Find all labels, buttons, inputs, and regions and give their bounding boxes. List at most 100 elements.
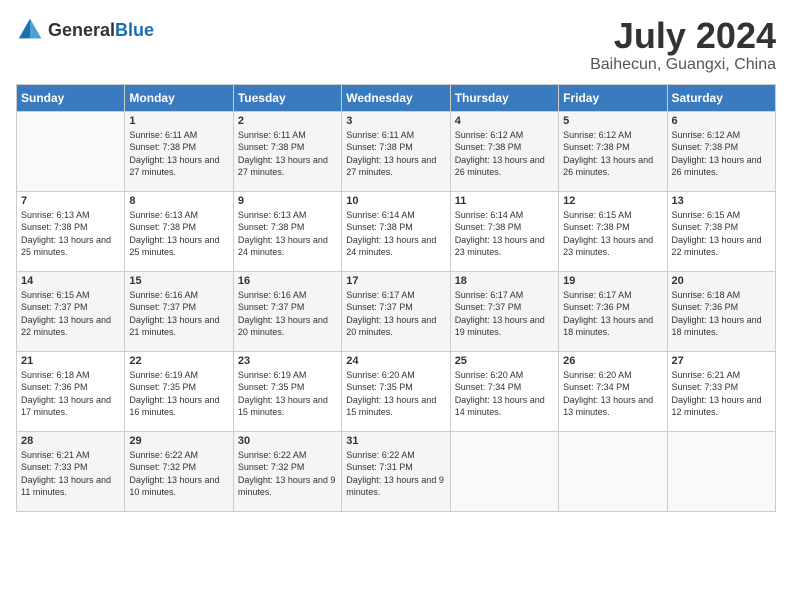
calendar-cell: 11 Sunrise: 6:14 AMSunset: 7:38 PMDayligh… bbox=[450, 191, 558, 271]
calendar-cell: 3 Sunrise: 6:11 AMSunset: 7:38 PMDaylight… bbox=[342, 111, 450, 191]
calendar-week-row: 1 Sunrise: 6:11 AMSunset: 7:38 PMDaylight… bbox=[17, 111, 776, 191]
day-number: 10 bbox=[346, 195, 445, 207]
day-info: Sunrise: 6:14 AMSunset: 7:38 PMDaylight:… bbox=[455, 209, 554, 259]
weekday-header: Sunday bbox=[17, 84, 125, 111]
day-number: 25 bbox=[455, 355, 554, 367]
calendar-cell bbox=[667, 431, 775, 511]
weekday-header: Monday bbox=[125, 84, 233, 111]
day-number: 13 bbox=[672, 195, 771, 207]
calendar-cell bbox=[559, 431, 667, 511]
calendar-week-row: 7 Sunrise: 6:13 AMSunset: 7:38 PMDaylight… bbox=[17, 191, 776, 271]
calendar-cell: 17Sunrise: 6:17 AMSunset: 7:37 PMDayligh… bbox=[342, 271, 450, 351]
day-number: 3 bbox=[346, 115, 445, 127]
day-info: Sunrise: 6:20 AMSunset: 7:35 PMDaylight:… bbox=[346, 369, 445, 419]
day-info: Sunrise: 6:19 AMSunset: 7:35 PMDaylight:… bbox=[238, 369, 337, 419]
day-number: 11 bbox=[455, 195, 554, 207]
day-info: Sunrise: 6:13 AMSunset: 7:38 PMDaylight:… bbox=[21, 209, 120, 259]
calendar-cell: 1Sunrise: 6:11 AMSunset: 7:38 PMDaylight… bbox=[125, 111, 233, 191]
calendar-cell: 14 Sunrise: 6:15 AMSunset: 7:37 PMDayligh… bbox=[17, 271, 125, 351]
day-number: 22 bbox=[129, 355, 228, 367]
location-title: Baihecun, Guangxi, China bbox=[590, 56, 776, 74]
day-number: 23 bbox=[238, 355, 337, 367]
logo-text: GeneralBlue bbox=[48, 20, 154, 41]
month-year-title: July 2024 bbox=[590, 16, 776, 56]
day-number: 19 bbox=[563, 275, 662, 287]
day-number: 6 bbox=[672, 115, 771, 127]
calendar-cell: 20 Sunrise: 6:18 AMSunset: 7:36 PMDayligh… bbox=[667, 271, 775, 351]
calendar-cell: 18 Sunrise: 6:17 AMSunset: 7:37 PMDayligh… bbox=[450, 271, 558, 351]
calendar-cell: 21 Sunrise: 6:18 AMSunset: 7:36 PMDayligh… bbox=[17, 351, 125, 431]
calendar-cell: 30 Sunrise: 6:22 AMSunset: 7:32 PMDayligh… bbox=[233, 431, 341, 511]
day-number: 7 bbox=[21, 195, 120, 207]
calendar-cell: 31 Sunrise: 6:22 AMSunset: 7:31 PMDayligh… bbox=[342, 431, 450, 511]
day-number: 12 bbox=[563, 195, 662, 207]
calendar-cell: 29 Sunrise: 6:22 AMSunset: 7:32 PMDayligh… bbox=[125, 431, 233, 511]
calendar-cell: 23 Sunrise: 6:19 AMSunset: 7:35 PMDayligh… bbox=[233, 351, 341, 431]
day-number: 8 bbox=[129, 195, 228, 207]
day-info: Sunrise: 6:11 AMSunset: 7:38 PMDaylight:… bbox=[238, 129, 337, 179]
calendar-cell: 5 Sunrise: 6:12 AMSunset: 7:38 PMDaylight… bbox=[559, 111, 667, 191]
logo-blue: Blue bbox=[115, 20, 154, 40]
calendar-cell: 9Sunrise: 6:13 AMSunset: 7:38 PMDaylight… bbox=[233, 191, 341, 271]
day-info: Sunrise: 6:18 AMSunset: 7:36 PMDaylight:… bbox=[21, 369, 120, 419]
calendar-cell: 2 Sunrise: 6:11 AMSunset: 7:38 PMDaylight… bbox=[233, 111, 341, 191]
day-info: Sunrise: 6:11 AMSunset: 7:38 PMDaylight:… bbox=[346, 129, 445, 179]
logo: GeneralBlue bbox=[16, 16, 154, 44]
day-number: 5 bbox=[563, 115, 662, 127]
calendar-cell: 25 Sunrise: 6:20 AMSunset: 7:34 PMDayligh… bbox=[450, 351, 558, 431]
day-info: Sunrise: 6:19 AMSunset: 7:35 PMDaylight:… bbox=[129, 369, 228, 419]
day-info: Sunrise: 6:12 AMSunset: 7:38 PMDaylight:… bbox=[563, 129, 662, 179]
day-number: 21 bbox=[21, 355, 120, 367]
calendar-cell: 12 Sunrise: 6:15 AMSunset: 7:38 PMDayligh… bbox=[559, 191, 667, 271]
calendar-cell: 4Sunrise: 6:12 AMSunset: 7:38 PMDaylight… bbox=[450, 111, 558, 191]
calendar-week-row: 21 Sunrise: 6:18 AMSunset: 7:36 PMDayligh… bbox=[17, 351, 776, 431]
day-number: 4 bbox=[455, 115, 554, 127]
day-number: 18 bbox=[455, 275, 554, 287]
calendar-cell: 15 Sunrise: 6:16 AMSunset: 7:37 PMDayligh… bbox=[125, 271, 233, 351]
day-info: Sunrise: 6:18 AMSunset: 7:36 PMDaylight:… bbox=[672, 289, 771, 339]
weekday-header: Thursday bbox=[450, 84, 558, 111]
day-number: 16 bbox=[238, 275, 337, 287]
weekday-header-row: SundayMondayTuesdayWednesdayThursdayFrid… bbox=[17, 84, 776, 111]
calendar-cell: 16 Sunrise: 6:16 AMSunset: 7:37 PMDayligh… bbox=[233, 271, 341, 351]
weekday-header: Wednesday bbox=[342, 84, 450, 111]
day-info: Sunrise: 6:17 AMSunset: 7:37 PMDaylight:… bbox=[455, 289, 554, 339]
day-info: Sunrise: 6:21 AMSunset: 7:33 PMDaylight:… bbox=[672, 369, 771, 419]
logo-icon bbox=[16, 16, 44, 44]
day-info: Sunrise: 6:22 AMSunset: 7:32 PMDaylight:… bbox=[129, 449, 228, 499]
page-header: GeneralBlue July 2024 Baihecun, Guangxi,… bbox=[16, 16, 776, 74]
day-number: 30 bbox=[238, 435, 337, 447]
day-info: Sunrise: 6:13 AMSunset: 7:38 PMDaylight:… bbox=[129, 209, 228, 259]
day-number: 20 bbox=[672, 275, 771, 287]
calendar-cell: 24Sunrise: 6:20 AMSunset: 7:35 PMDayligh… bbox=[342, 351, 450, 431]
day-info: Sunrise: 6:15 AMSunset: 7:38 PMDaylight:… bbox=[672, 209, 771, 259]
day-info: Sunrise: 6:17 AMSunset: 7:37 PMDaylight:… bbox=[346, 289, 445, 339]
day-number: 1 bbox=[129, 115, 228, 127]
day-info: Sunrise: 6:20 AMSunset: 7:34 PMDaylight:… bbox=[455, 369, 554, 419]
day-number: 29 bbox=[129, 435, 228, 447]
day-info: Sunrise: 6:16 AMSunset: 7:37 PMDaylight:… bbox=[238, 289, 337, 339]
weekday-header: Saturday bbox=[667, 84, 775, 111]
day-number: 28 bbox=[21, 435, 120, 447]
day-number: 31 bbox=[346, 435, 445, 447]
calendar-cell: 26Sunrise: 6:20 AMSunset: 7:34 PMDayligh… bbox=[559, 351, 667, 431]
calendar-cell: 27 Sunrise: 6:21 AMSunset: 7:33 PMDayligh… bbox=[667, 351, 775, 431]
logo-general: General bbox=[48, 20, 115, 40]
calendar-cell: 7 Sunrise: 6:13 AMSunset: 7:38 PMDaylight… bbox=[17, 191, 125, 271]
title-area: July 2024 Baihecun, Guangxi, China bbox=[590, 16, 776, 74]
day-number: 27 bbox=[672, 355, 771, 367]
calendar-cell: 28Sunrise: 6:21 AMSunset: 7:33 PMDayligh… bbox=[17, 431, 125, 511]
day-info: Sunrise: 6:22 AMSunset: 7:31 PMDaylight:… bbox=[346, 449, 445, 499]
calendar-cell: 10Sunrise: 6:14 AMSunset: 7:38 PMDayligh… bbox=[342, 191, 450, 271]
day-number: 15 bbox=[129, 275, 228, 287]
day-info: Sunrise: 6:16 AMSunset: 7:37 PMDaylight:… bbox=[129, 289, 228, 339]
day-number: 14 bbox=[21, 275, 120, 287]
day-info: Sunrise: 6:15 AMSunset: 7:38 PMDaylight:… bbox=[563, 209, 662, 259]
day-info: Sunrise: 6:22 AMSunset: 7:32 PMDaylight:… bbox=[238, 449, 337, 499]
calendar-cell: 13 Sunrise: 6:15 AMSunset: 7:38 PMDayligh… bbox=[667, 191, 775, 271]
weekday-header: Tuesday bbox=[233, 84, 341, 111]
calendar-cell bbox=[17, 111, 125, 191]
calendar-week-row: 28Sunrise: 6:21 AMSunset: 7:33 PMDayligh… bbox=[17, 431, 776, 511]
day-number: 2 bbox=[238, 115, 337, 127]
day-info: Sunrise: 6:15 AMSunset: 7:37 PMDaylight:… bbox=[21, 289, 120, 339]
